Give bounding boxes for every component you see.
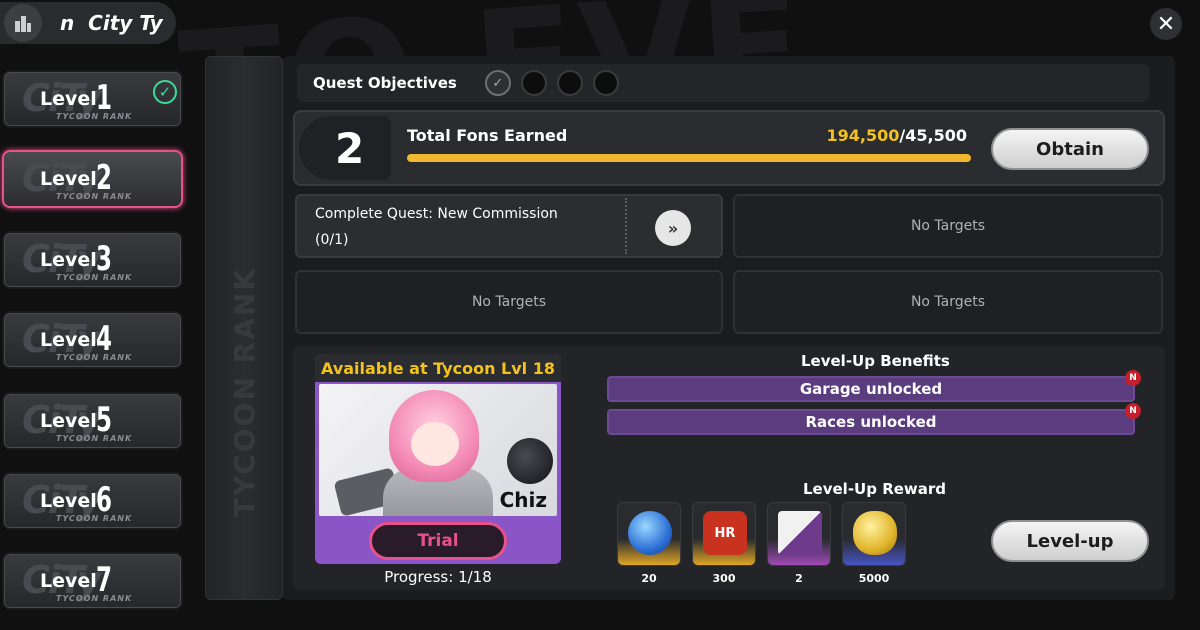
trial-availability-label: Available at Tycoon Lvl 18 (315, 354, 561, 382)
reward-item-blue-orb[interactable] (617, 502, 681, 566)
quest-number: 2 (335, 124, 365, 173)
quest-title: Total Fons Earned (407, 126, 568, 145)
quest-target: /45,500 (899, 126, 967, 145)
reward-item-gold-coin[interactable] (842, 502, 906, 566)
level-label: Level (40, 490, 97, 512)
trial-progress-text: Progress: 1/18 (384, 568, 492, 586)
objective-empty-dot (520, 70, 547, 96)
obtain-button[interactable]: Obtain (991, 128, 1149, 170)
subquest-card: Complete Quest: New Commission (0/1) » (295, 194, 723, 258)
sidebar-item-level-2[interactable]: CiTy Level 2 TYCOON RANK (2, 150, 183, 208)
reward-count: 300 (712, 572, 736, 585)
level-subtitle: TYCOON RANK (56, 112, 133, 121)
reward-count: 5000 (858, 572, 890, 585)
level-subtitle: TYCOON RANK (56, 273, 133, 282)
close-button[interactable]: ✕ (1150, 8, 1182, 40)
character-name: Chiz (499, 488, 547, 512)
level-up-button[interactable]: Level-up (991, 520, 1149, 562)
reward-item-cards[interactable] (767, 502, 831, 566)
new-badge-icon: N (1125, 403, 1141, 419)
new-badge-icon: N (1125, 370, 1141, 386)
level-sidebar: CiTy Level 1 TYCOON RANK ✓ CiTy Level 2 … (0, 56, 195, 630)
rank-strip-label: TYCOON RANK (228, 267, 261, 518)
reward-item-hunter-badge[interactable]: HR (692, 502, 756, 566)
subquest-title: Complete Quest: New Commission (315, 206, 558, 222)
objective-complete-check-icon: ✓ (484, 70, 511, 96)
window-title: n City Ty (60, 11, 163, 35)
sidebar-item-level-6[interactable]: CiTy Level 6 TYCOON RANK (2, 472, 183, 530)
objectives-label: Quest Objectives (313, 74, 457, 92)
reward-count: 20 (641, 572, 657, 585)
main-panel: Quest Objectives ✓ 2 Total Fons Earned 1… (283, 56, 1175, 600)
go-to-quest-button[interactable]: » (655, 210, 691, 246)
level-subtitle: TYCOON RANK (56, 353, 133, 362)
benefit-item: Races unlocked N (607, 403, 1141, 435)
objective-empty-dot (592, 70, 619, 96)
level-subtitle: TYCOON RANK (56, 594, 133, 603)
benefits-title: Level-Up Benefits (801, 352, 950, 370)
level-subtitle: TYCOON RANK (56, 514, 133, 523)
level-label: Level (40, 168, 97, 190)
blue-orb-icon (628, 511, 672, 555)
reward-count: 2 (795, 572, 803, 585)
level-subtitle: TYCOON RANK (56, 192, 133, 201)
title-pill: n City Ty (0, 2, 176, 44)
tycoon-rank-strip: TYCOON RANK (205, 56, 283, 600)
close-icon: ✕ (1156, 11, 1176, 37)
quest-progress-fill (407, 154, 971, 162)
level-label: Level (40, 570, 97, 592)
level-label: Level (40, 410, 97, 432)
companion-creature-shape (507, 438, 553, 484)
empty-target-slot: No Targets (733, 194, 1163, 258)
level-label: Level (40, 249, 97, 271)
trial-button[interactable]: Trial (369, 522, 507, 560)
trial-character-card: Available at Tycoon Lvl 18 Chiz Trial (315, 354, 561, 564)
sidebar-item-level-4[interactable]: CiTy Level 4 TYCOON RANK (2, 311, 183, 369)
subquest-progress: (0/1) (315, 232, 349, 248)
sidebar-item-level-7[interactable]: CiTy Level 7 TYCOON RANK (2, 552, 183, 610)
level-label: Level (40, 329, 97, 351)
quest-number-badge: 2 (299, 116, 391, 180)
gold-coin-icon (853, 511, 897, 555)
level-label: Level (40, 88, 97, 110)
empty-target-slot: No Targets (295, 270, 723, 334)
sidebar-item-level-5[interactable]: CiTy Level 5 TYCOON RANK (2, 392, 183, 450)
benefit-label: Races unlocked (805, 413, 937, 431)
level-rewards-section: Available at Tycoon Lvl 18 Chiz Trial Pr… (293, 346, 1165, 590)
quest-progress-value: 194,500/45,500 (827, 126, 967, 145)
subquest-divider (625, 198, 627, 254)
sidebar-item-level-1[interactable]: CiTy Level 1 TYCOON RANK ✓ (2, 70, 183, 128)
benefit-label: Garage unlocked (799, 380, 943, 398)
completed-check-icon: ✓ (153, 80, 177, 104)
main-quest-card: 2 Total Fons Earned 194,500/45,500 Obtai… (293, 110, 1165, 186)
hunter-badge-icon: HR (703, 511, 747, 555)
benefit-item: Garage unlocked N (607, 370, 1141, 402)
sidebar-item-level-3[interactable]: CiTy Level 3 TYCOON RANK (2, 231, 183, 289)
city-icon (4, 4, 42, 42)
character-face-shape (411, 422, 459, 466)
reward-title: Level-Up Reward (803, 480, 947, 498)
quest-current: 194,500 (826, 126, 900, 145)
top-bar: n City Ty ✕ (0, 0, 1200, 48)
character-portrait: Chiz (319, 384, 557, 516)
objective-empty-dot (556, 70, 583, 96)
empty-target-slot: No Targets (733, 270, 1163, 334)
cards-icon (778, 511, 822, 555)
quest-progress-bar (407, 154, 971, 162)
quest-objectives-bar: Quest Objectives ✓ (297, 64, 1149, 102)
double-chevron-right-icon: » (667, 218, 679, 238)
level-subtitle: TYCOON RANK (56, 434, 133, 443)
